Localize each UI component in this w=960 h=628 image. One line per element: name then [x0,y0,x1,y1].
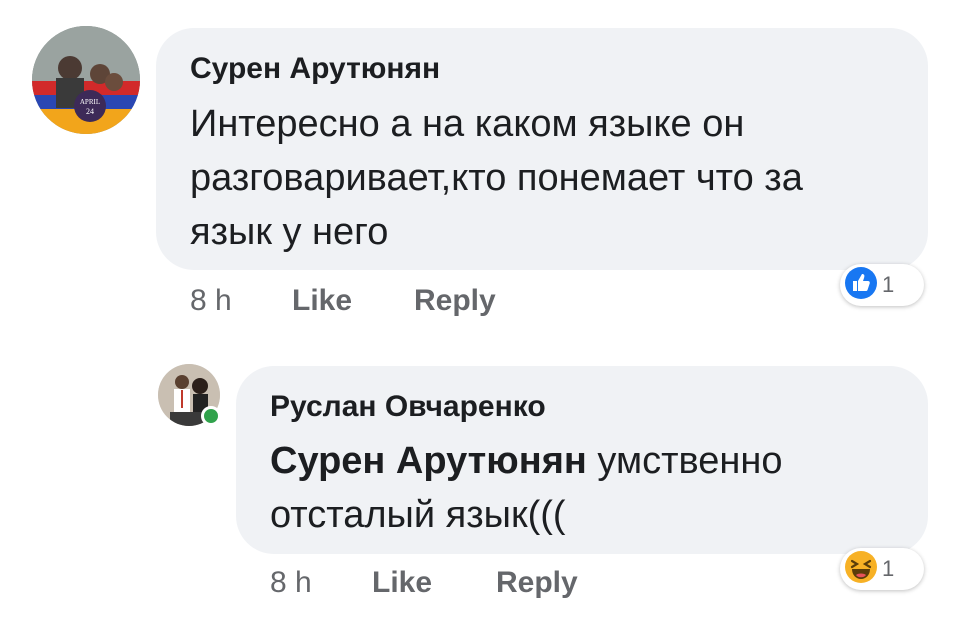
comment-text-2-line-2: отсталый язык((( [270,494,566,536]
comment-text-2-line-1: Сурен Арутюнян умственно [270,434,783,488]
comment-text-1-line-1: Интересно а на каком языке он [190,103,745,145]
reaction-summary-1[interactable]: 1 [840,264,924,306]
svg-text:24: 24 [86,107,94,116]
profile-photo: APRIL 24 [32,26,140,134]
online-status-indicator [201,406,221,426]
reply-button-2[interactable]: Reply [496,566,578,600]
reaction-count-1: 1 [882,272,895,297]
comment-time-2[interactable]: 8 h [270,566,312,600]
comment-text-1-line-2: разговаривает,кто понемает что за [190,157,803,199]
comment-text-1-line-3: язык у него [190,211,389,253]
reaction-count-2: 1 [882,556,895,581]
like-reaction-icon [844,266,878,305]
mention-link[interactable]: Сурен Арутюнян [270,440,587,482]
comment-time-1[interactable]: 8 h [190,284,232,318]
reply-button-1[interactable]: Reply [414,284,496,318]
comment-text-2-after-mention: умственно [586,440,783,482]
like-button-1[interactable]: Like [292,284,352,318]
like-button-2[interactable]: Like [372,566,432,600]
svg-text:APRIL: APRIL [80,98,100,106]
comment-author-1[interactable]: Сурен Арутюнян [190,52,440,86]
haha-reaction-icon [844,550,878,589]
reaction-summary-2[interactable]: 1 [840,548,924,590]
avatar-comment-1[interactable]: APRIL 24 [32,26,140,134]
comment-author-2[interactable]: Руслан Овчаренко [270,390,546,424]
